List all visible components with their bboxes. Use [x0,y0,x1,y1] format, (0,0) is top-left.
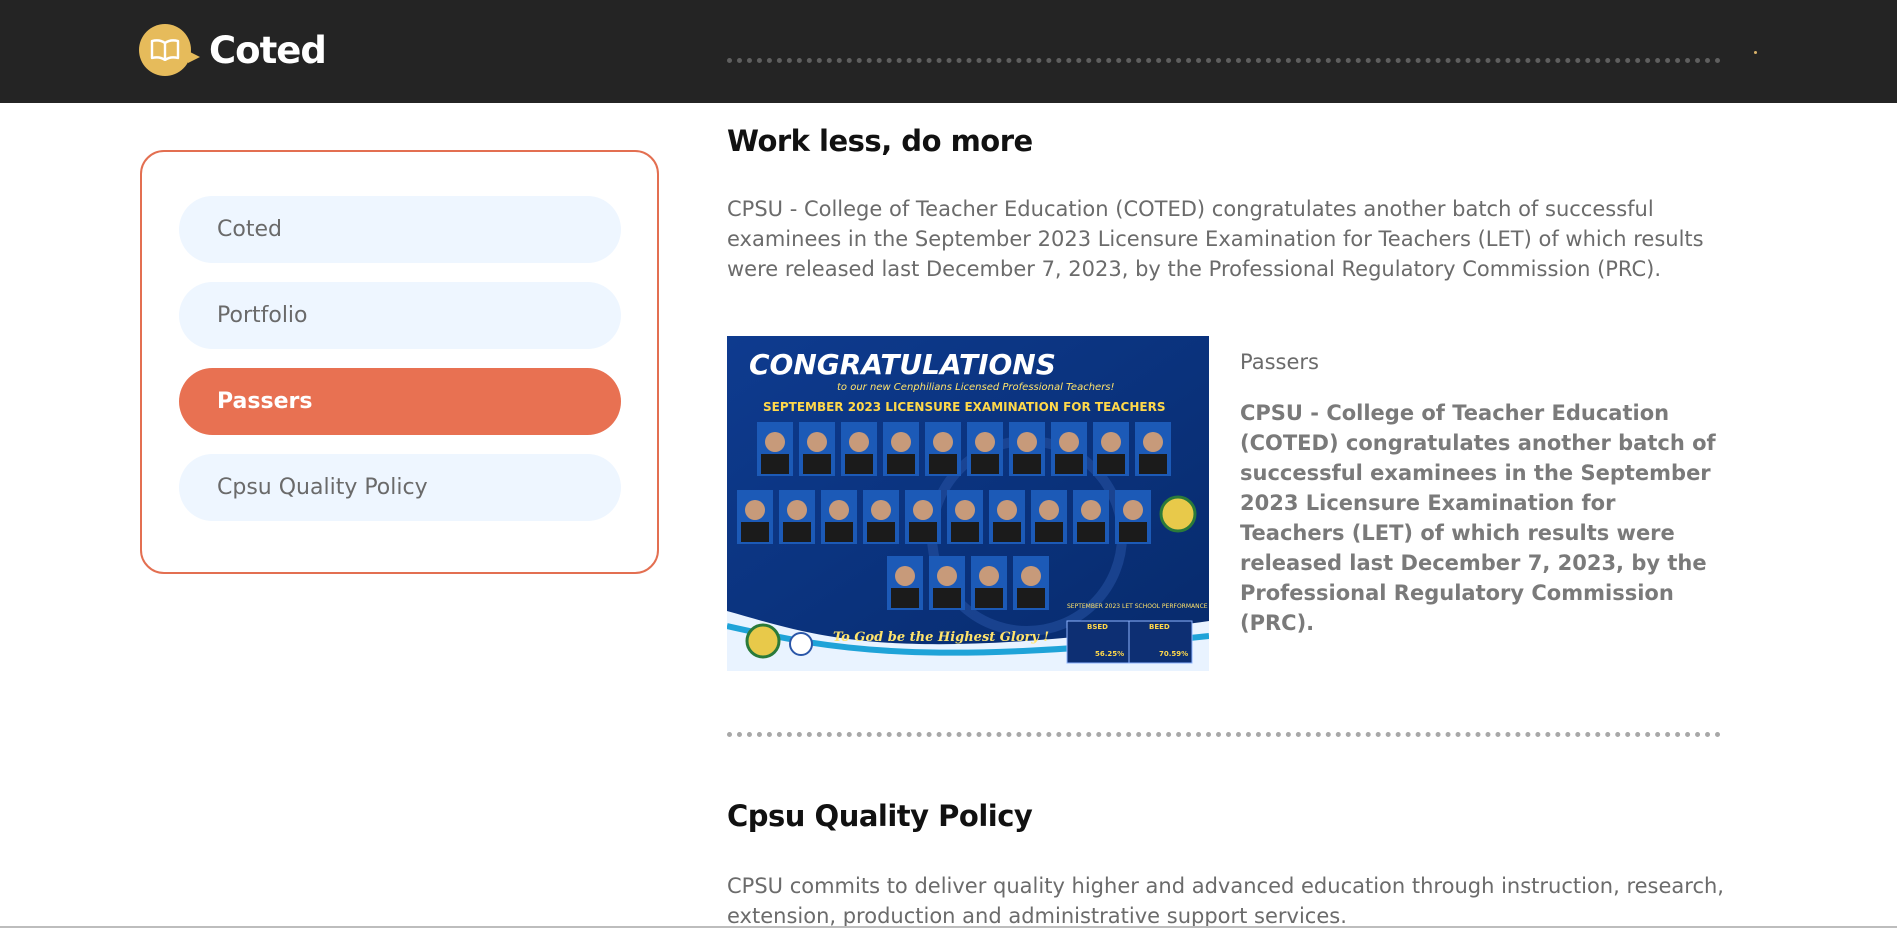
graduate-photos-row-2 [737,490,1197,544]
sidebar-item-portfolio[interactable]: Portfolio [179,282,621,349]
brand-name: Coted [209,28,327,72]
brand-link[interactable]: Coted [139,24,327,76]
sidebar-item-cpsu-quality-policy[interactable]: Cpsu Quality Policy [179,454,621,521]
header-accent-dot [1754,51,1757,54]
section-title-quality-policy: Cpsu Quality Policy [727,799,1033,833]
sidebar-item-passers[interactable]: Passers [179,368,621,435]
sidebar-item-coted[interactable]: Coted [179,196,621,263]
sidebar-nav: Coted Portfolio Passers Cpsu Quality Pol… [140,150,659,574]
image-motto: To God be the Highest Glory ! [833,630,1049,645]
section-divider-dots [727,732,1721,737]
quality-policy-text: CPSU commits to deliver quality higher a… [727,874,1724,928]
image-banner: SEPTEMBER 2023 LICENSURE EXAMINATION FOR… [763,400,1166,414]
image-perf-title: SEPTEMBER 2023 LET SCHOOL PERFORMANCE [1067,603,1208,610]
svg-text:56.25%: 56.25% [1095,650,1124,658]
passers-congratulations-image: CONGRATULATIONS to our new Cenphilians L… [727,336,1209,671]
university-seal-icon [745,623,781,659]
college-seal-icon [789,632,813,656]
passers-description: CPSU - College of Teacher Education (COT… [1240,401,1716,635]
section-title-work-less: Work less, do more [727,124,1033,158]
svg-text:BSED: BSED [1087,623,1108,631]
open-book-icon [139,24,200,76]
school-performance-table: BSED BEED 56.25% 70.59% [1066,620,1193,664]
svg-text:70.59%: 70.59% [1159,650,1188,658]
header-divider-dots [727,58,1721,63]
svg-text:BEED: BEED [1149,623,1170,631]
image-subheading: to our new Cenphilians Licensed Professi… [837,382,1115,393]
section-intro-text: CPSU - College of Teacher Education (COT… [727,197,1704,281]
top-navbar: Coted [0,0,1897,103]
passers-title: Passers [1240,350,1319,374]
image-heading: CONGRATULATIONS [749,348,1056,381]
